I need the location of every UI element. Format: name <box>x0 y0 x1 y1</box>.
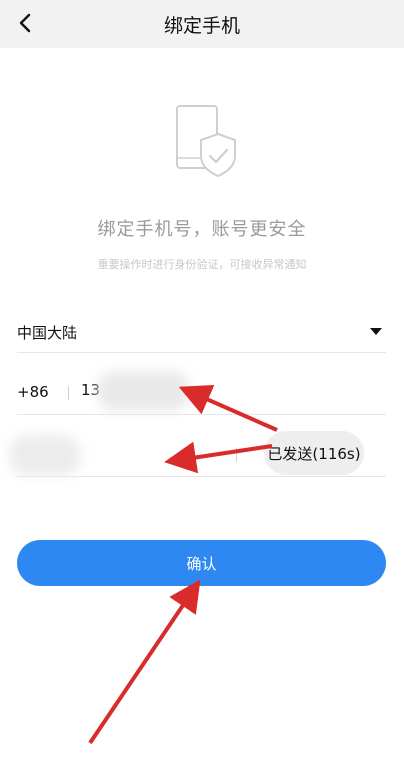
country-code: +86 <box>17 383 49 401</box>
code-divider <box>236 448 237 462</box>
caret-down-icon <box>370 328 382 335</box>
redaction-blur-phone <box>97 371 189 411</box>
app-header: 绑定手机 <box>0 0 404 48</box>
page-title: 绑定手机 <box>163 15 240 37</box>
hero-subline: 重要操作时进行身份验证，可接收异常通知 <box>97 258 307 271</box>
hero-headline: 绑定手机号，账号更安全 <box>97 219 307 240</box>
send-code-button[interactable]: 已发送(116s) <box>264 431 364 475</box>
confirm-button[interactable]: 确认 <box>17 540 386 586</box>
phone-divider <box>68 386 69 400</box>
arrow-to-confirm <box>88 579 201 745</box>
phone-row: +86 <box>17 353 386 415</box>
region-label: 中国大陆 <box>17 324 78 342</box>
phone-shield-icon <box>176 105 236 178</box>
code-row: 已发送(116s) <box>9 415 386 477</box>
region-selector[interactable]: 中国大陆 <box>17 310 386 353</box>
redaction-blur-code <box>9 435 81 475</box>
